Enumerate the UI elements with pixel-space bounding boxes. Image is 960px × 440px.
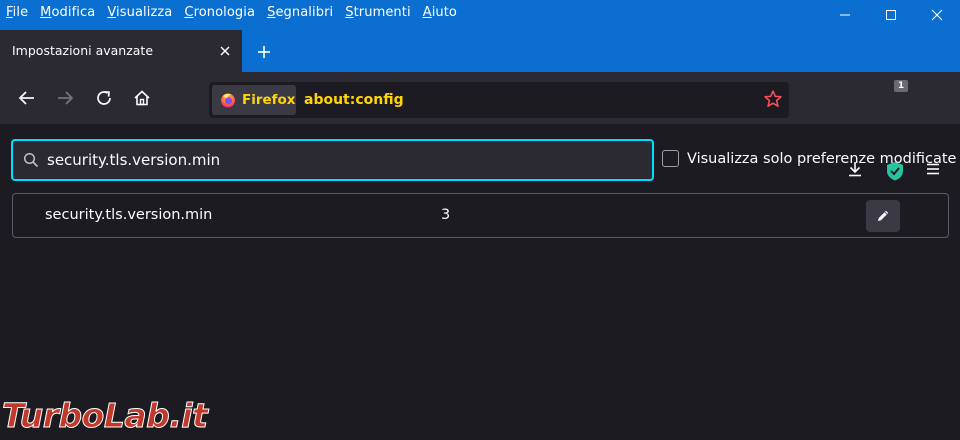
- menu-bar: File Modifica Visualizza Cronologia Segn…: [0, 0, 469, 24]
- minimize-icon: [840, 14, 850, 16]
- home-icon: [134, 90, 150, 106]
- new-tab-button[interactable]: [252, 40, 276, 64]
- preference-search-box[interactable]: [11, 139, 654, 181]
- identity-label: Firefox: [242, 92, 296, 108]
- close-window-button[interactable]: [914, 0, 960, 30]
- turbolab-watermark: TurboLab.it: [2, 396, 209, 436]
- preference-value[interactable]: 3: [441, 207, 450, 223]
- home-button[interactable]: [126, 82, 158, 114]
- modified-only-label[interactable]: Visualizza solo preferenze modificate: [687, 151, 956, 167]
- menu-file[interactable]: File: [6, 5, 28, 20]
- edit-preference-button[interactable]: [866, 200, 900, 232]
- back-button[interactable]: [11, 82, 43, 114]
- pencil-icon: [878, 210, 889, 221]
- reload-button[interactable]: [88, 82, 120, 114]
- url-bar[interactable]: [209, 82, 789, 118]
- identity-box[interactable]: Firefox: [212, 85, 296, 115]
- table-row[interactable]: security.tls.version.min 3: [12, 193, 949, 238]
- reload-icon: [97, 90, 111, 105]
- menu-visualizza[interactable]: Visualizza: [107, 5, 172, 20]
- url-text[interactable]: about:config: [304, 92, 404, 108]
- tab-close-icon[interactable]: [218, 44, 232, 58]
- forward-button[interactable]: [49, 82, 81, 114]
- maximize-icon: [886, 10, 896, 20]
- menu-aiuto[interactable]: Aiuto: [423, 5, 457, 20]
- menu-segnalibri[interactable]: Segnalibri: [267, 5, 333, 20]
- tab-impostazioni-avanzate[interactable]: Impostazioni avanzate: [0, 30, 242, 72]
- search-icon: [23, 152, 39, 168]
- menu-strumenti[interactable]: Strumenti: [345, 5, 410, 20]
- bookmark-star-icon[interactable]: [763, 89, 783, 109]
- window-controls: [822, 0, 960, 30]
- menu-modifica[interactable]: Modifica: [40, 5, 95, 20]
- menu-cronologia[interactable]: Cronologia: [184, 5, 255, 20]
- arrow-right-icon: [58, 91, 74, 105]
- modified-only-toggle[interactable]: Visualizza solo preferenze modificate: [662, 150, 956, 167]
- plus-icon: [258, 46, 270, 58]
- minimize-button[interactable]: [822, 0, 868, 30]
- close-icon: [931, 9, 943, 21]
- arrow-left-icon: [18, 91, 34, 105]
- modified-only-checkbox[interactable]: [662, 150, 679, 167]
- preference-name: security.tls.version.min: [45, 207, 213, 223]
- maximize-button[interactable]: [868, 0, 914, 30]
- search-input[interactable]: [47, 147, 637, 173]
- firefox-logo-icon: [221, 93, 235, 108]
- extension-badge: 1: [894, 80, 908, 92]
- tab-title: Impostazioni avanzate: [12, 43, 154, 58]
